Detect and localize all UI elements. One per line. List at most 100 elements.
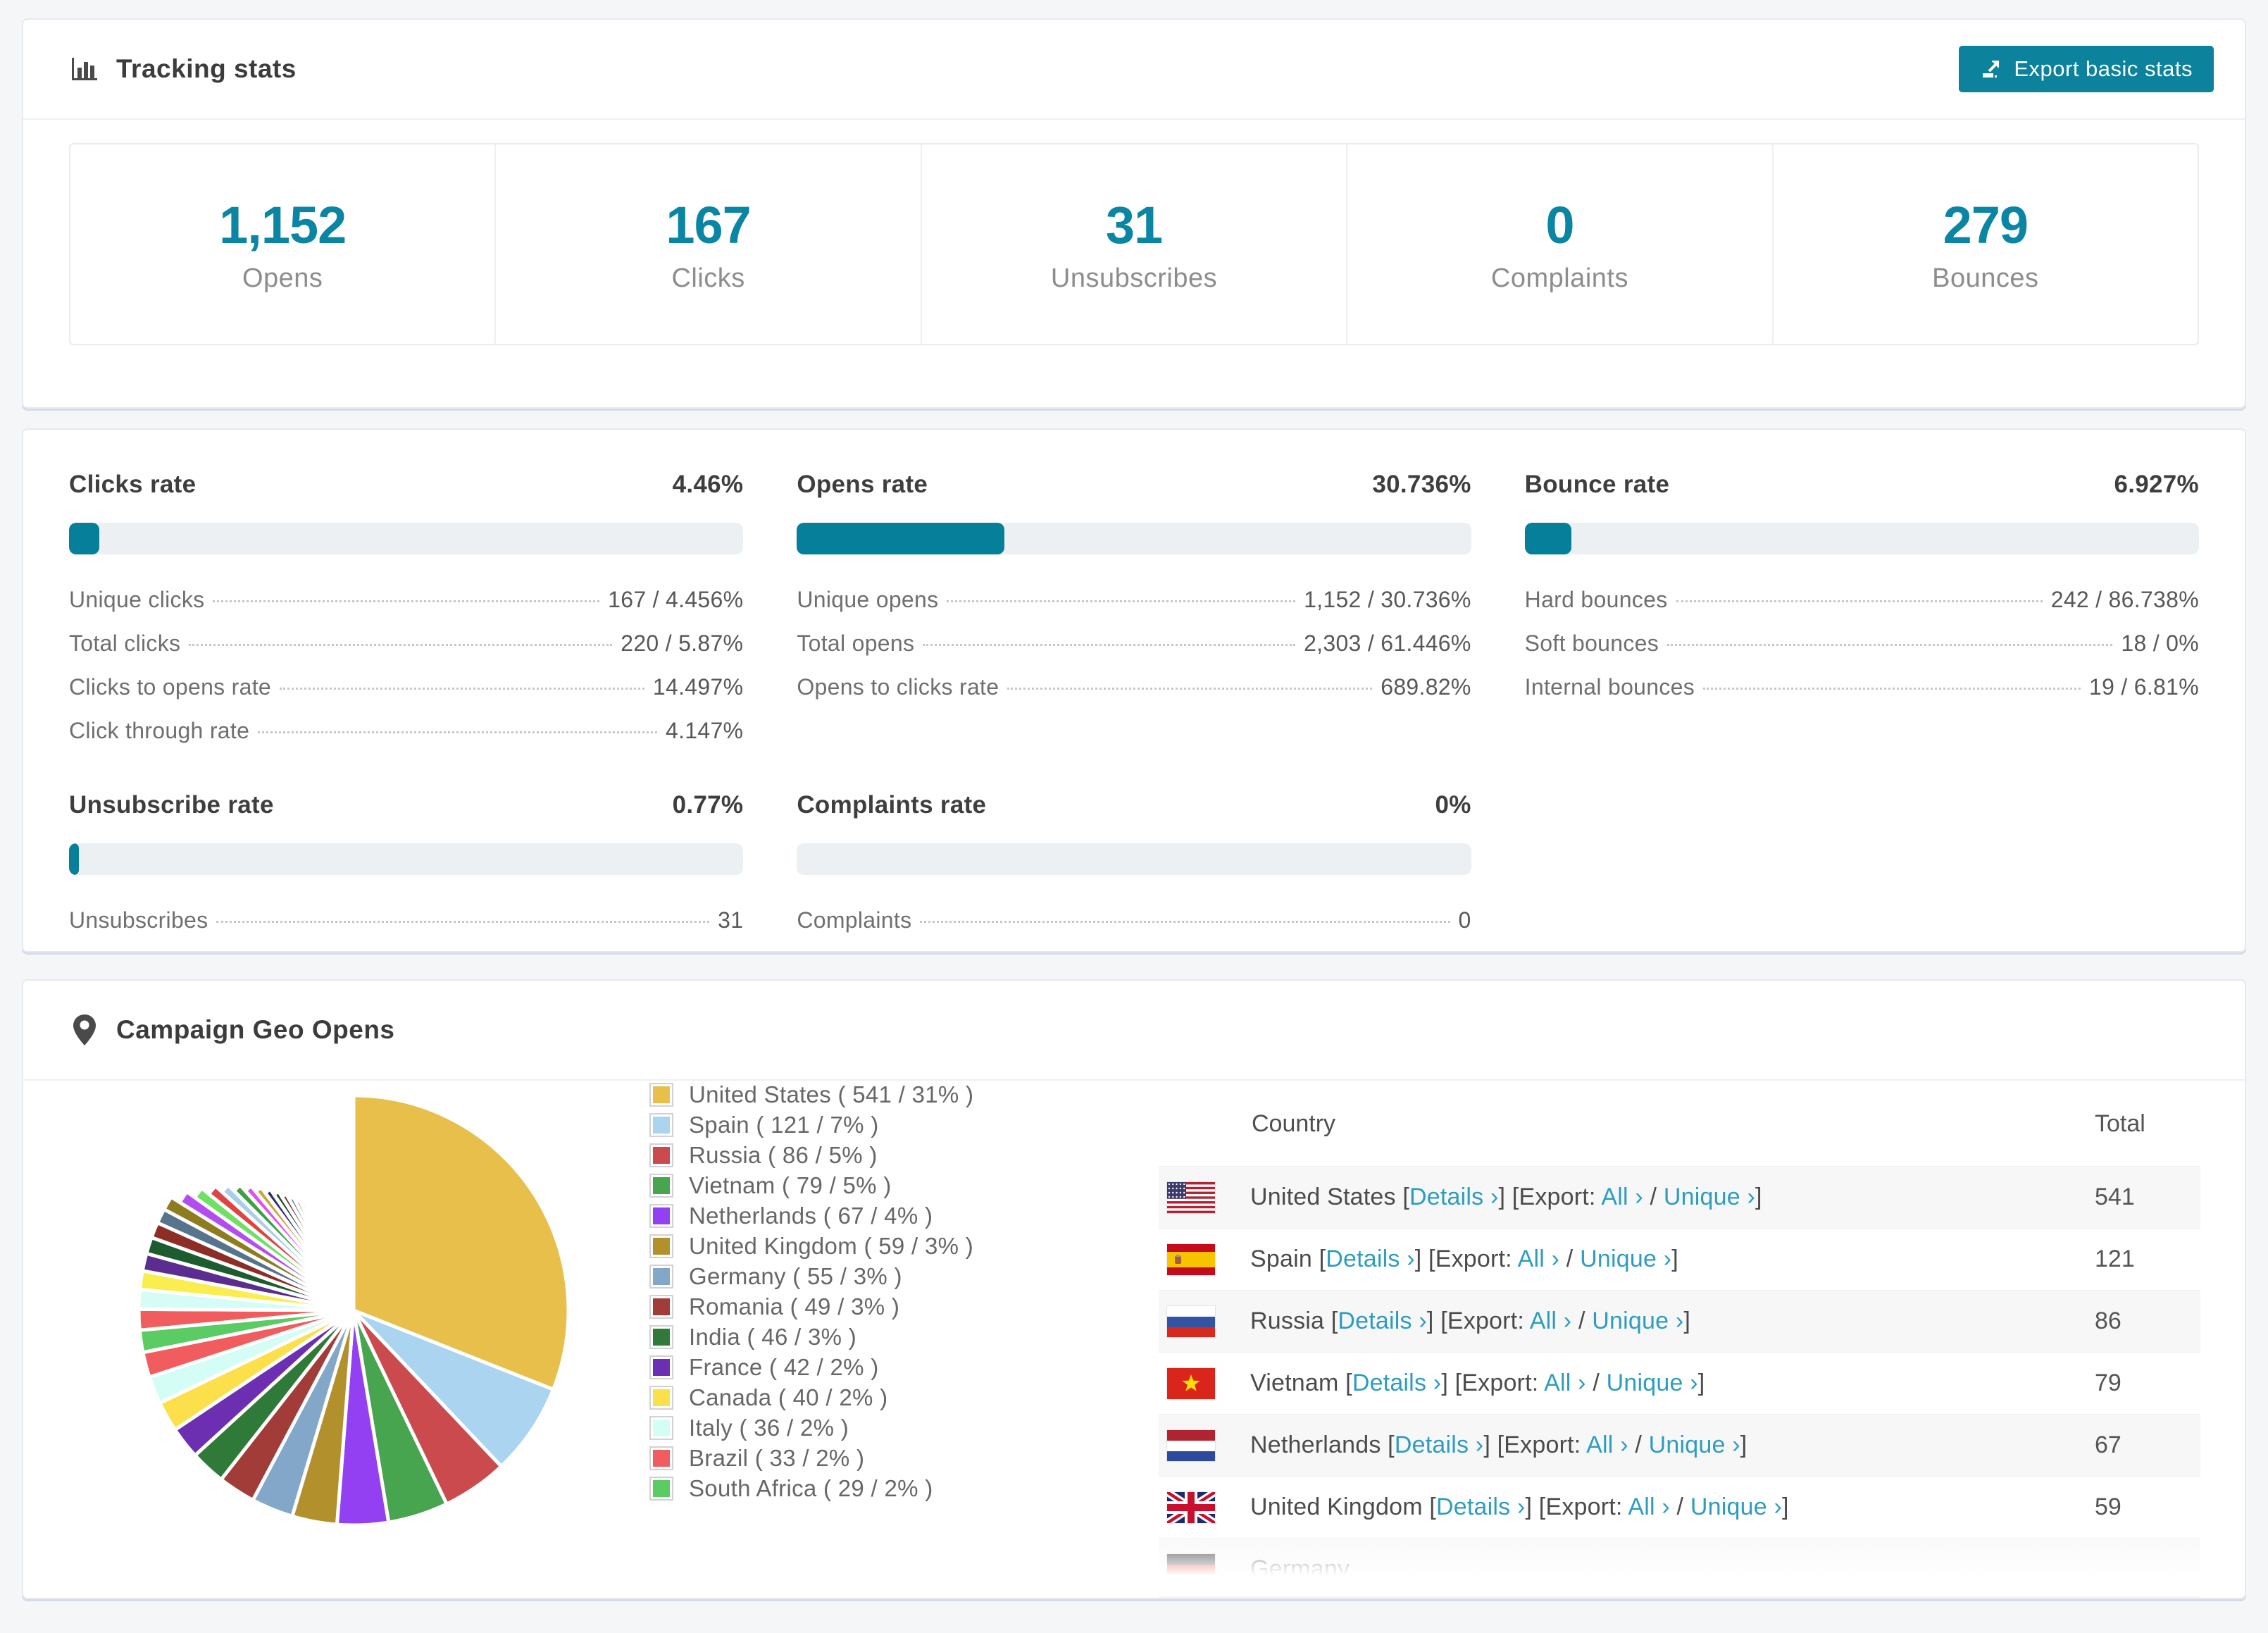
progress-bar-fill	[797, 523, 1004, 554]
rate-title: Clicks rate	[69, 471, 196, 499]
geo-country-cell: Russia [Details ›] [Export: All › / Uniq…	[1250, 1308, 1690, 1335]
export-basic-stats-label: Export basic stats	[2014, 56, 2193, 82]
legend-item-vietnam[interactable]: Vietnam ( 79 / 5% )	[649, 1170, 973, 1200]
export-all-link[interactable]: All ›	[1530, 1308, 1572, 1334]
dotted-leader	[923, 644, 1295, 646]
stat-label: Clicks	[671, 263, 744, 294]
legend-item-netherlands[interactable]: Netherlands ( 67 / 4% )	[649, 1200, 973, 1231]
legend-item-brazil[interactable]: Brazil ( 33 / 2% )	[649, 1443, 973, 1473]
export-unique-link[interactable]: Unique ›	[1592, 1308, 1683, 1334]
geo-country-cell: Vietnam [Details ›] [Export: All › / Uni…	[1250, 1370, 1705, 1397]
legend-item-france[interactable]: France ( 42 / 2% )	[649, 1352, 973, 1382]
details-link[interactable]: Details ›	[1409, 1184, 1499, 1210]
legend-label: Netherlands ( 67 / 4% )	[689, 1203, 933, 1229]
map-pin-icon	[70, 1015, 99, 1045]
legend-item-spain[interactable]: Spain ( 121 / 7% )	[649, 1110, 973, 1140]
legend-label: France ( 42 / 2% )	[689, 1354, 879, 1381]
rate-stat-value: 220 / 5.87%	[621, 631, 743, 657]
dotted-leader	[280, 688, 644, 690]
rate-block-complaints-rate: Complaints rate0%Complaints0	[797, 791, 1471, 951]
export-unique-link[interactable]: Unique ›	[1607, 1370, 1698, 1396]
legend-item-united-kingdom[interactable]: United Kingdom ( 59 / 3% )	[649, 1231, 973, 1261]
rate-stat-label: Hard bounces	[1525, 587, 1668, 613]
geo-country-cell: United States [Details ›] [Export: All ›…	[1250, 1184, 1762, 1211]
stat-cell-complaints: 0Complaints	[1347, 144, 1773, 344]
legend-swatch	[649, 1477, 673, 1501]
legend-label: Italy ( 36 / 2% )	[689, 1415, 849, 1441]
bar-chart-icon	[70, 54, 99, 84]
geo-opens-title: Campaign Geo Opens	[116, 1015, 395, 1045]
geo-content: United States ( 541 / 31% )Spain ( 121 /…	[23, 1081, 2245, 1590]
page-title: Tracking stats	[116, 54, 297, 84]
legend-label: Russia ( 86 / 5% )	[689, 1142, 878, 1169]
legend-item-canada[interactable]: Canada ( 40 / 2% )	[649, 1382, 973, 1412]
rate-stat-label: Unique clicks	[69, 587, 204, 613]
dotted-leader	[1667, 644, 2112, 646]
details-link[interactable]: Details ›	[1326, 1246, 1415, 1272]
stat-cell-opens: 1,152Opens	[70, 144, 496, 344]
dotted-leader	[258, 731, 657, 733]
legend-swatch	[649, 1083, 673, 1107]
rate-stat-row: Hard bounces242 / 86.738%	[1525, 587, 2199, 613]
rate-block-unsubscribe-rate: Unsubscribe rate0.77%Unsubscribes31	[69, 791, 743, 951]
legend-item-germany[interactable]: Germany ( 55 / 3% )	[649, 1261, 973, 1291]
rate-stat-value: 18 / 0%	[2121, 631, 2199, 657]
export-unique-link[interactable]: Unique ›	[1664, 1184, 1755, 1210]
export-basic-stats-button[interactable]: Export basic stats	[1959, 46, 2214, 92]
legend-swatch	[649, 1325, 673, 1349]
rate-stat-label: Total clicks	[69, 631, 180, 657]
details-link[interactable]: Details ›	[1436, 1494, 1526, 1520]
tracking-stats-card: Tracking stats Export basic stats 1,152O…	[22, 18, 2246, 409]
geo-table-row-nl: Netherlands [Details ›] [Export: All › /…	[1159, 1414, 2200, 1476]
rate-stat-label: Internal bounces	[1525, 674, 1695, 700]
geo-total-cell: 121	[2095, 1246, 2200, 1273]
legend-item-italy[interactable]: Italy ( 36 / 2% )	[649, 1412, 973, 1443]
legend-item-romania[interactable]: Romania ( 49 / 3% )	[649, 1291, 973, 1322]
export-unique-link[interactable]: Unique ›	[1690, 1494, 1782, 1520]
legend-item-russia[interactable]: Russia ( 86 / 5% )	[649, 1140, 973, 1170]
legend-label: Spain ( 121 / 7% )	[689, 1112, 879, 1138]
de-flag-icon	[1167, 1554, 1215, 1585]
rate-stat-value: 31	[718, 907, 743, 933]
rate-percent-value: 30.736%	[1372, 471, 1471, 499]
legend-label: Romania ( 49 / 3% )	[689, 1293, 899, 1320]
export-all-link[interactable]: All ›	[1586, 1432, 1628, 1458]
ru-flag-icon	[1167, 1306, 1215, 1337]
legend-swatch	[649, 1416, 673, 1440]
rate-stat-label: Unique opens	[797, 587, 938, 613]
geo-opens-table: Country Total United States [Details ›] …	[1159, 1081, 2200, 1599]
legend-item-south-africa[interactable]: South Africa ( 29 / 2% )	[649, 1473, 973, 1503]
stat-cell-clicks: 167Clicks	[496, 144, 921, 344]
details-link[interactable]: Details ›	[1352, 1370, 1442, 1396]
legend-item-india[interactable]: India ( 46 / 3% )	[649, 1322, 973, 1352]
export-unique-link[interactable]: Unique ›	[1580, 1246, 1671, 1272]
tracking-stats-header: Tracking stats Export basic stats	[23, 20, 2245, 120]
rate-stat-value: 167 / 4.456%	[608, 587, 743, 613]
rate-stat-row: Total opens2,303 / 61.446%	[797, 631, 1471, 657]
stat-value: 31	[1106, 195, 1162, 255]
geo-table-header-country: Country	[1252, 1110, 1335, 1138]
rate-title: Bounce rate	[1525, 471, 1670, 499]
details-link[interactable]: Details ›	[1395, 1432, 1484, 1458]
geo-table-row-us: United States [Details ›] [Export: All ›…	[1159, 1166, 2200, 1228]
legend-item-united-states[interactable]: United States ( 541 / 31% )	[649, 1079, 973, 1110]
rate-percent-value: 6.927%	[2114, 471, 2199, 499]
geo-table-row-de: Germany	[1159, 1538, 2200, 1599]
progress-bar-fill	[1525, 523, 1571, 554]
progress-bar	[1525, 523, 2199, 554]
progress-bar-fill	[69, 523, 99, 554]
stats-strip: 1,152Opens167Clicks31Unsubscribes0Compla…	[69, 143, 2199, 345]
details-link[interactable]: Details ›	[1338, 1308, 1427, 1334]
rate-title: Unsubscribe rate	[69, 791, 274, 819]
stat-value: 1,152	[219, 195, 346, 255]
rate-stat-row: Unique clicks 167 / 4.456%	[69, 587, 743, 613]
export-all-link[interactable]: All ›	[1628, 1494, 1670, 1520]
export-all-link[interactable]: All ›	[1544, 1370, 1586, 1396]
legend-swatch	[649, 1174, 673, 1198]
export-all-link[interactable]: All ›	[1601, 1184, 1643, 1210]
export-unique-link[interactable]: Unique ›	[1649, 1432, 1740, 1458]
rates-grid-bottom: Unsubscribe rate0.77%Unsubscribes31 Compl…	[69, 791, 2199, 951]
rate-stat-value: 4.147%	[666, 718, 743, 744]
rate-stat-label: Complaints	[797, 907, 911, 933]
export-all-link[interactable]: All ›	[1518, 1246, 1560, 1272]
